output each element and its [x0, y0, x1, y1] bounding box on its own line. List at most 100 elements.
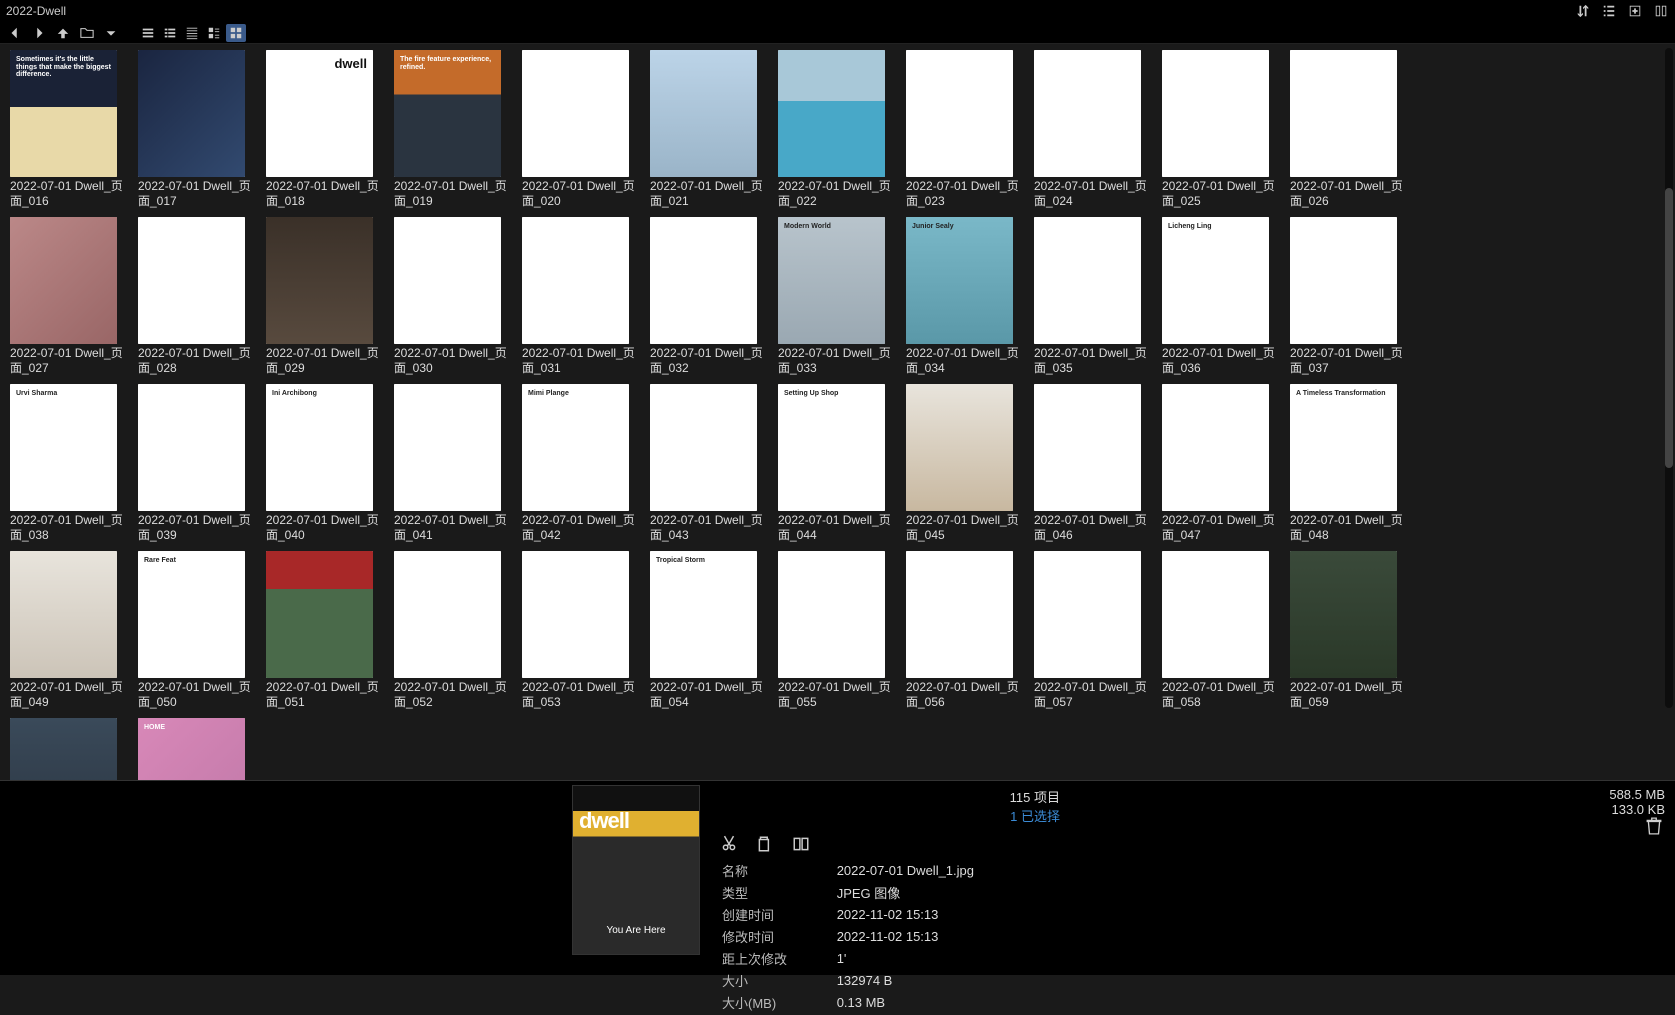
thumbnail-label: 2022-07-01 Dwell_页面_019 [394, 179, 518, 209]
view-compact[interactable] [182, 24, 202, 42]
thumbnail-item[interactable]: 2022-07-01 Dwell_页面_017 [138, 50, 266, 213]
thumbnail-image [10, 718, 117, 780]
meta-type: JPEG 图像 [837, 883, 1058, 903]
thumbnail-item[interactable]: 2022-07-01 Dwell_页面_021 [650, 50, 778, 213]
thumbnail-image [394, 217, 501, 344]
thumbnail-image: Junior Sealy [906, 217, 1013, 344]
thumbnail-item[interactable]: 2022-07-01 Dwell_页面_031 [522, 217, 650, 380]
open-icon[interactable] [792, 835, 810, 853]
thumbnail-item[interactable]: 2022-07-01 Dwell_页面_029 [266, 217, 394, 380]
thumbnail-label: 2022-07-01 Dwell_页面_023 [906, 179, 1030, 209]
thumbnail-label: 2022-07-01 Dwell_页面_050 [138, 680, 262, 710]
thumbnail-item[interactable]: 2022-07-01 Dwell_页面_058 [1162, 551, 1290, 714]
thumbnail-image [138, 50, 245, 177]
thumbnail-item[interactable]: 2022-07-01 Dwell_页面_025 [1162, 50, 1290, 213]
thumbnail-label: 2022-07-01 Dwell_页面_052 [394, 680, 518, 710]
preview-masthead: dwell [579, 808, 629, 834]
thumbnail-image [266, 217, 373, 344]
trash-icon[interactable] [1645, 817, 1663, 835]
thumbnail-item[interactable]: 2022-07-01 Dwell_页面_057 [1034, 551, 1162, 714]
add-panel-icon[interactable] [1627, 3, 1643, 19]
view-details[interactable] [160, 24, 180, 42]
thumbnail-image [1034, 50, 1141, 177]
scrollbar-track[interactable] [1665, 48, 1673, 708]
back-button[interactable] [6, 24, 24, 42]
thumbnail-item[interactable]: 2022-07-01 Dwell_页面_059 [1290, 551, 1418, 714]
thumbnail-item[interactable]: Junior Sealy2022-07-01 Dwell_页面_034 [906, 217, 1034, 380]
sort-icon[interactable] [1575, 3, 1591, 19]
thumbnail-item[interactable]: 2022-07-01 Dwell_页面_032 [650, 217, 778, 380]
thumbnail-item[interactable]: 2022-07-01 Dwell_页面_023 [906, 50, 1034, 213]
thumbnail-image: Setting Up Shop [778, 384, 885, 511]
thumbnail-item[interactable]: Rare Feat2022-07-01 Dwell_页面_050 [138, 551, 266, 714]
thumbnail-item[interactable]: dwell2022-07-01 Dwell_页面_018 [266, 50, 394, 213]
thumbnail-image [394, 384, 501, 511]
view-list[interactable] [138, 24, 158, 42]
thumbnail-item[interactable]: Setting Up Shop2022-07-01 Dwell_页面_044 [778, 384, 906, 547]
thumbnail-label: 2022-07-01 Dwell_页面_039 [138, 513, 262, 543]
thumbnail-item[interactable]: 2022-07-01 Dwell_页面_039 [138, 384, 266, 547]
thumbnail-item[interactable]: 2022-07-01 Dwell_页面_045 [906, 384, 1034, 547]
thumbnail-item[interactable]: 2022-07-01 Dwell_页面_049 [10, 551, 138, 714]
thumbnail-item[interactable]: 2022-07-01 Dwell_页面_046 [1034, 384, 1162, 547]
up-button[interactable] [54, 24, 72, 42]
selected-preview[interactable]: dwell You Are Here [572, 785, 700, 955]
thumbnail-image [1162, 551, 1269, 678]
thumbnail-item[interactable]: 2022-07-01 Dwell_页面_041 [394, 384, 522, 547]
cut-icon[interactable] [720, 835, 738, 853]
chevron-down-icon[interactable] [102, 24, 120, 42]
thumbnail-image: Modern World [778, 217, 885, 344]
thumbnail-item[interactable]: Modern World2022-07-01 Dwell_页面_033 [778, 217, 906, 380]
titlebar: 2022-Dwell [0, 0, 1675, 22]
thumbnail-item[interactable]: Tropical Storm2022-07-01 Dwell_页面_054 [650, 551, 778, 714]
thumbnail-item[interactable]: A Timeless Transformation2022-07-01 Dwel… [1290, 384, 1418, 547]
thumbnail-item[interactable]: 2022-07-01 Dwell_页面_024 [1034, 50, 1162, 213]
list-settings-icon[interactable] [1601, 3, 1617, 19]
thumbnail-item[interactable]: 2022-07-01 Dwell_页面_026 [1290, 50, 1418, 213]
thumbnail-label: 2022-07-01 Dwell_页面_048 [1290, 513, 1414, 543]
thumbnail-item[interactable]: 2022-07-01 Dwell_页面_047 [1162, 384, 1290, 547]
thumbnail-image [650, 50, 757, 177]
layout-icon[interactable] [1653, 3, 1669, 19]
thumbnail-item[interactable]: 2022-07-01 Dwell_页面_056 [906, 551, 1034, 714]
thumbnail-label: 2022-07-01 Dwell_页面_056 [906, 680, 1030, 710]
view-grid[interactable] [226, 24, 246, 42]
meta-name: 2022-07-01 Dwell_1.jpg [837, 861, 1058, 881]
thumbnail-item[interactable]: 2022-07-01 Dwell_页面_055 [778, 551, 906, 714]
meta-sizemb: 0.13 MB [837, 993, 1058, 1013]
thumbnail-grid: Sometimes it's the little things that ma… [10, 50, 1665, 780]
forward-button[interactable] [30, 24, 48, 42]
thumbnail-item[interactable]: 2022-07-01 Dwell_页面_028 [138, 217, 266, 380]
thumbnail-image [1034, 384, 1141, 511]
copy-icon[interactable] [756, 835, 774, 853]
thumbnail-label: 2022-07-01 Dwell_页面_044 [778, 513, 902, 543]
thumbnail-item[interactable]: HOME2022-07-01 Dwell_页面_061 [138, 718, 266, 780]
thumbnail-item[interactable]: Sometimes it's the little things that ma… [10, 50, 138, 213]
thumbnail-image [10, 217, 117, 344]
thumbnail-item[interactable]: 2022-07-01 Dwell_页面_060 [10, 718, 138, 780]
thumbnail-item[interactable]: 2022-07-01 Dwell_页面_043 [650, 384, 778, 547]
thumbnail-item[interactable]: 2022-07-01 Dwell_页面_022 [778, 50, 906, 213]
thumbnail-item[interactable]: Mimi Plange2022-07-01 Dwell_页面_042 [522, 384, 650, 547]
folder-dropdown[interactable] [78, 24, 96, 42]
thumbnail-item[interactable]: 2022-07-01 Dwell_页面_030 [394, 217, 522, 380]
thumbnail-item[interactable]: 2022-07-01 Dwell_页面_020 [522, 50, 650, 213]
thumbnail-item[interactable]: 2022-07-01 Dwell_页面_051 [266, 551, 394, 714]
thumbnail-label: 2022-07-01 Dwell_页面_040 [266, 513, 390, 543]
thumbnail-item[interactable]: 2022-07-01 Dwell_页面_052 [394, 551, 522, 714]
thumbnail-item[interactable]: The fire feature experience, refined.202… [394, 50, 522, 213]
view-tiles[interactable] [204, 24, 224, 42]
thumbnail-image [650, 384, 757, 511]
thumbnail-image [10, 551, 117, 678]
scrollbar-thumb[interactable] [1665, 188, 1673, 468]
thumbnail-item[interactable]: 2022-07-01 Dwell_页面_053 [522, 551, 650, 714]
thumbnail-item[interactable]: 2022-07-01 Dwell_页面_027 [10, 217, 138, 380]
thumbnail-label: 2022-07-01 Dwell_页面_053 [522, 680, 646, 710]
thumbnail-item[interactable]: Ini Archibong2022-07-01 Dwell_页面_040 [266, 384, 394, 547]
thumbnail-item[interactable]: Licheng Ling2022-07-01 Dwell_页面_036 [1162, 217, 1290, 380]
thumbnail-image [906, 384, 1013, 511]
thumbnail-item[interactable]: 2022-07-01 Dwell_页面_035 [1034, 217, 1162, 380]
thumbnail-item[interactable]: 2022-07-01 Dwell_页面_037 [1290, 217, 1418, 380]
thumbnail-item[interactable]: Urvi Sharma2022-07-01 Dwell_页面_038 [10, 384, 138, 547]
thumbnail-image: Sometimes it's the little things that ma… [10, 50, 117, 177]
